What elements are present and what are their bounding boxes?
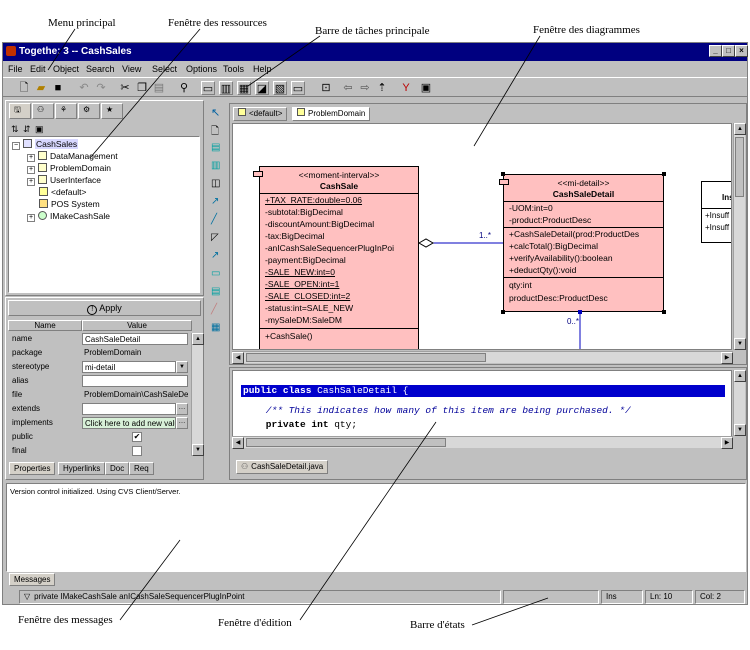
callout-leader-lines: [47, 28, 549, 626]
